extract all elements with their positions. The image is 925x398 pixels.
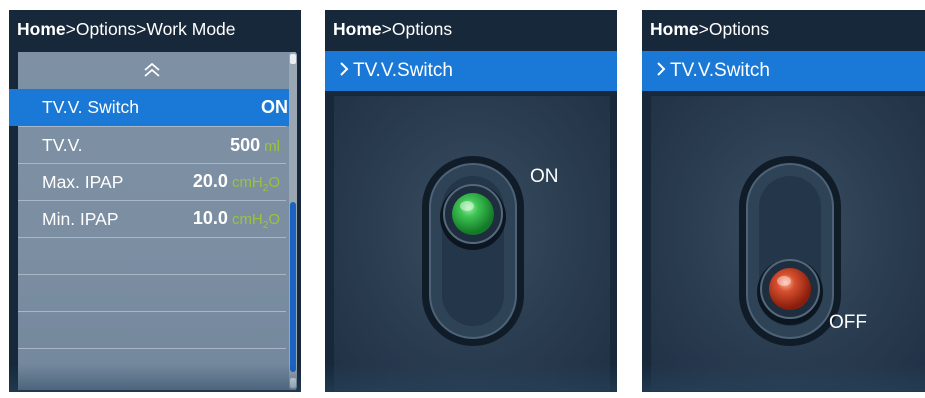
scroll-up-arrow-icon[interactable] xyxy=(290,54,296,64)
knob-highlight xyxy=(460,201,474,211)
toggle-switch[interactable] xyxy=(414,152,532,352)
empty-row xyxy=(18,348,286,385)
tvv-switch-off-screen: Home>Options TV.V.Switch OFF xyxy=(642,10,925,392)
switch-area: OFF xyxy=(651,96,925,391)
value-text: 20.0 xyxy=(192,170,228,191)
setting-label: TV.V. xyxy=(42,134,83,155)
breadcrumb-home[interactable]: Home xyxy=(17,19,66,39)
switch-area: ON xyxy=(334,96,610,391)
setting-value: 500 ml xyxy=(230,135,280,156)
menu-item-content: TV.V.Switch xyxy=(339,51,453,91)
scrollbar-thumb[interactable] xyxy=(290,202,296,372)
setting-label: Max. IPAP xyxy=(42,171,124,192)
tvv-switch-on-screen: Home>Options TV.V.Switch ON xyxy=(325,10,617,392)
setting-label: Min. IPAP xyxy=(42,208,119,229)
menu-item-label: TV.V.Switch xyxy=(670,60,770,81)
breadcrumb-home[interactable]: Home xyxy=(650,19,699,39)
scroll-down-arrow-icon[interactable] xyxy=(290,378,296,388)
settings-list: TV.V. Switch ON TV.V. 500 ml Max. IPAP 20… xyxy=(9,52,296,390)
setting-label: TV.V. Switch xyxy=(42,97,139,117)
setting-row-tvv-switch[interactable]: TV.V. Switch ON xyxy=(9,89,294,126)
switch-state-label: OFF xyxy=(829,312,867,333)
work-mode-screen: Home>Options>Work Mode TV.V. Switch ON T… xyxy=(9,10,301,392)
breadcrumb: Home>Options xyxy=(642,10,925,48)
breadcrumb-path: >Options>Work Mode xyxy=(65,19,236,39)
switch-state-label: ON xyxy=(530,166,559,187)
breadcrumb-path: >Options xyxy=(698,19,770,39)
breadcrumb-home[interactable]: Home xyxy=(333,19,382,39)
red-knob xyxy=(769,268,811,310)
setting-value: ON xyxy=(261,97,288,118)
empty-row xyxy=(18,274,286,311)
value-text: 10.0 xyxy=(192,207,228,228)
menu-item-label: TV.V.Switch xyxy=(353,60,453,81)
menu-item-content: TV.V.Switch xyxy=(656,51,770,91)
setting-value: 10.0 cmH2O xyxy=(193,208,280,231)
chevron-right-icon xyxy=(657,62,666,76)
breadcrumb: Home>Options xyxy=(325,10,617,48)
chevron-right-icon xyxy=(340,62,349,76)
knob-highlight xyxy=(777,276,791,286)
menu-item-tvv-switch[interactable]: TV.V.Switch xyxy=(325,51,617,91)
menu-item-tvv-switch[interactable]: TV.V.Switch xyxy=(642,51,925,91)
setting-value: 20.0 cmH2O xyxy=(193,171,280,194)
green-knob xyxy=(452,193,494,235)
scroll-up-button[interactable] xyxy=(18,52,286,88)
breadcrumb: Home>Options>Work Mode xyxy=(9,10,301,48)
value-unit: cmH2O xyxy=(231,210,280,231)
setting-row-tvv[interactable]: TV.V. 500 ml xyxy=(18,126,286,163)
empty-row xyxy=(18,237,286,274)
scrollbar[interactable] xyxy=(289,52,297,390)
setting-row-max-ipap[interactable]: Max. IPAP 20.0 cmH2O xyxy=(18,163,286,200)
double-chevron-up-icon xyxy=(144,63,160,77)
value-text: ON xyxy=(261,97,288,117)
empty-row xyxy=(18,311,286,348)
value-unit: ml xyxy=(264,137,280,155)
breadcrumb-path: >Options xyxy=(381,19,453,39)
value-text: 500 xyxy=(230,134,261,155)
setting-row-min-ipap[interactable]: Min. IPAP 10.0 cmH2O xyxy=(18,200,286,237)
value-unit: cmH2O xyxy=(231,173,280,194)
